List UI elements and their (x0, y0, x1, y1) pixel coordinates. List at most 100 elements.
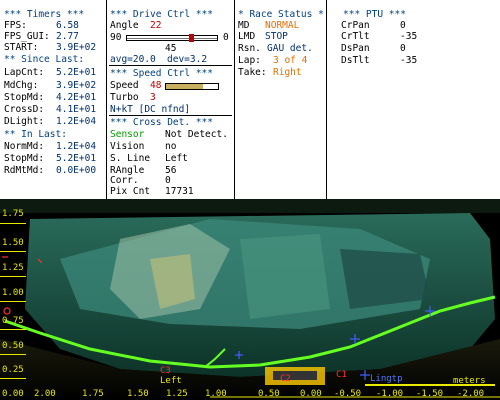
take-value: Right (273, 67, 302, 78)
rsn-label: Rsn. (238, 43, 261, 54)
angle-range-right: 0 (223, 32, 229, 43)
x-tick: 0.50 (258, 389, 280, 399)
mdchg-label: MdChg: (4, 80, 39, 91)
meters-overlay-label: meters (453, 376, 486, 386)
dstlt-label: DsTlt (341, 55, 370, 66)
x-tick: -1.00 (376, 389, 404, 399)
fps-gui-label: FPS_GUI: (4, 31, 50, 42)
drive-divider (109, 65, 232, 66)
start-label: START: (4, 42, 39, 53)
y-tick: 1.25 (2, 263, 24, 273)
x-tick: -1.50 (416, 389, 444, 399)
vision-label: Vision (110, 141, 145, 152)
x-tick: 1.25 (166, 389, 188, 399)
stopmd2-label: StopMd: (4, 153, 45, 164)
lapcnt-label: LapCnt: (4, 67, 45, 78)
rdmtmd-value: 0.0E+00 (56, 165, 97, 176)
left-overlay-label: Left (160, 376, 182, 386)
stopmd-value: 4.2E+01 (56, 92, 97, 103)
sline-label: S. Line (110, 153, 151, 164)
sline-value: Left (165, 153, 188, 164)
dev-text: dev=3.2 (167, 54, 208, 65)
lmd-label: LMD (238, 31, 256, 42)
y-tick-line (0, 378, 26, 379)
y-tick: 0.00 (2, 389, 24, 399)
crossd-value: 4.1E+01 (56, 104, 97, 115)
pixcnt-label: Pix Cnt (110, 186, 151, 197)
lmd-value: STOP (265, 31, 288, 42)
angle-value: 22 (150, 20, 162, 31)
avg-text: avg=20.0 (110, 54, 156, 65)
lap-label: Lap: (238, 55, 261, 66)
stopmd-label: StopMd: (4, 92, 45, 103)
angle-slider-track (127, 38, 217, 39)
marker-c3: C3 (160, 366, 171, 376)
angle-label: Angle (110, 20, 139, 31)
x-tick: 1.00 (205, 389, 227, 399)
y-tick-line (0, 276, 26, 277)
dspan-value: 0 (400, 43, 406, 54)
corr-label: Corr. (110, 175, 139, 186)
md-value: NORMAL (265, 20, 300, 31)
speed-header: *** Speed Ctrl *** (110, 68, 213, 79)
race-column: * Race Status * MD NORMAL LMD STOP Rsn. … (235, 0, 326, 199)
take-label: Take: (238, 67, 267, 78)
speed-bar (165, 83, 219, 90)
y-tick-line (0, 223, 26, 224)
turbo-label: Turbo (110, 92, 139, 103)
corr-value: 0 (165, 175, 171, 186)
timers-header: *** Timers *** (4, 9, 85, 20)
y-tick: 1.75 (2, 209, 24, 219)
cross-header: *** Cross Det. *** (110, 117, 213, 128)
y-tick: 0.25 (2, 365, 24, 375)
angle-slider (126, 34, 218, 42)
start-value: 3.9E+02 (56, 42, 97, 53)
marker-c1: C1 (336, 370, 347, 380)
drive-header: *** Drive Ctrl *** (110, 9, 213, 20)
y-tick: 0.75 (2, 316, 24, 326)
timers-column: *** Timers *** FPS: 6.58 FPS_GUI: 2.77 S… (0, 0, 106, 199)
fps-gui-value: 2.77 (56, 31, 79, 42)
vision-value: no (165, 141, 177, 152)
angle-range-left: 90 (110, 32, 122, 43)
sensor-value: Not Detect. (165, 129, 228, 140)
ptu-column: *** PTU *** CrPan 0 CrTlt -35 DsPan 0 Ds… (327, 0, 500, 199)
drive-column: *** Drive Ctrl *** Angle 22 90 0 45 avg=… (107, 0, 234, 199)
x-tick: -2.00 (457, 389, 485, 399)
camera-image (0, 199, 500, 400)
dlight-label: DLight: (4, 116, 45, 127)
lingtp-overlay-label: Lingtp (370, 374, 403, 384)
fps-label: FPS: (4, 20, 27, 31)
y-tick: 1.00 (2, 288, 24, 298)
in-last-header: ** In Last: (4, 129, 67, 140)
crossd-label: CrossD: (4, 104, 45, 115)
lap-value: 3 of 4 (273, 55, 308, 66)
sensor-label: Sensor (110, 129, 145, 140)
y-tick: 0.50 (2, 341, 24, 351)
crpan-label: CrPan (341, 20, 370, 31)
dlight-value: 1.2E+04 (56, 116, 97, 127)
speed-value: 48 (150, 80, 162, 91)
y-tick-line (0, 354, 26, 355)
y-tick-line (0, 251, 26, 252)
crtlt-label: CrTlt (341, 31, 370, 42)
x-tick: 1.75 (82, 389, 104, 399)
rdmtmd-label: RdMtMd: (4, 165, 45, 176)
md-label: MD (238, 20, 250, 31)
rsn-value: GAU det. (267, 43, 313, 54)
lapcnt-value: 5.2E+01 (56, 67, 97, 78)
dstlt-value: -35 (400, 55, 418, 66)
ptu-header: *** PTU *** (343, 9, 406, 20)
angle-slider-marker (189, 34, 194, 42)
crpan-value: 0 (400, 20, 406, 31)
speed-label: Speed (110, 80, 139, 91)
crtlt-value: -35 (400, 31, 418, 42)
x-tick: -0.50 (334, 389, 362, 399)
since-last-header: ** Since Last: (4, 54, 85, 65)
y-tick-line (0, 329, 26, 330)
camera-view: 1.75 1.50 1.25 1.00 0.75 0.50 0.25 0.00 … (0, 199, 500, 400)
marker-c2: C2 (280, 374, 291, 384)
mdchg-value: 3.9E+02 (56, 80, 97, 91)
normmd-value: 1.2E+04 (56, 141, 97, 152)
race-header: * Race Status * (238, 9, 324, 20)
